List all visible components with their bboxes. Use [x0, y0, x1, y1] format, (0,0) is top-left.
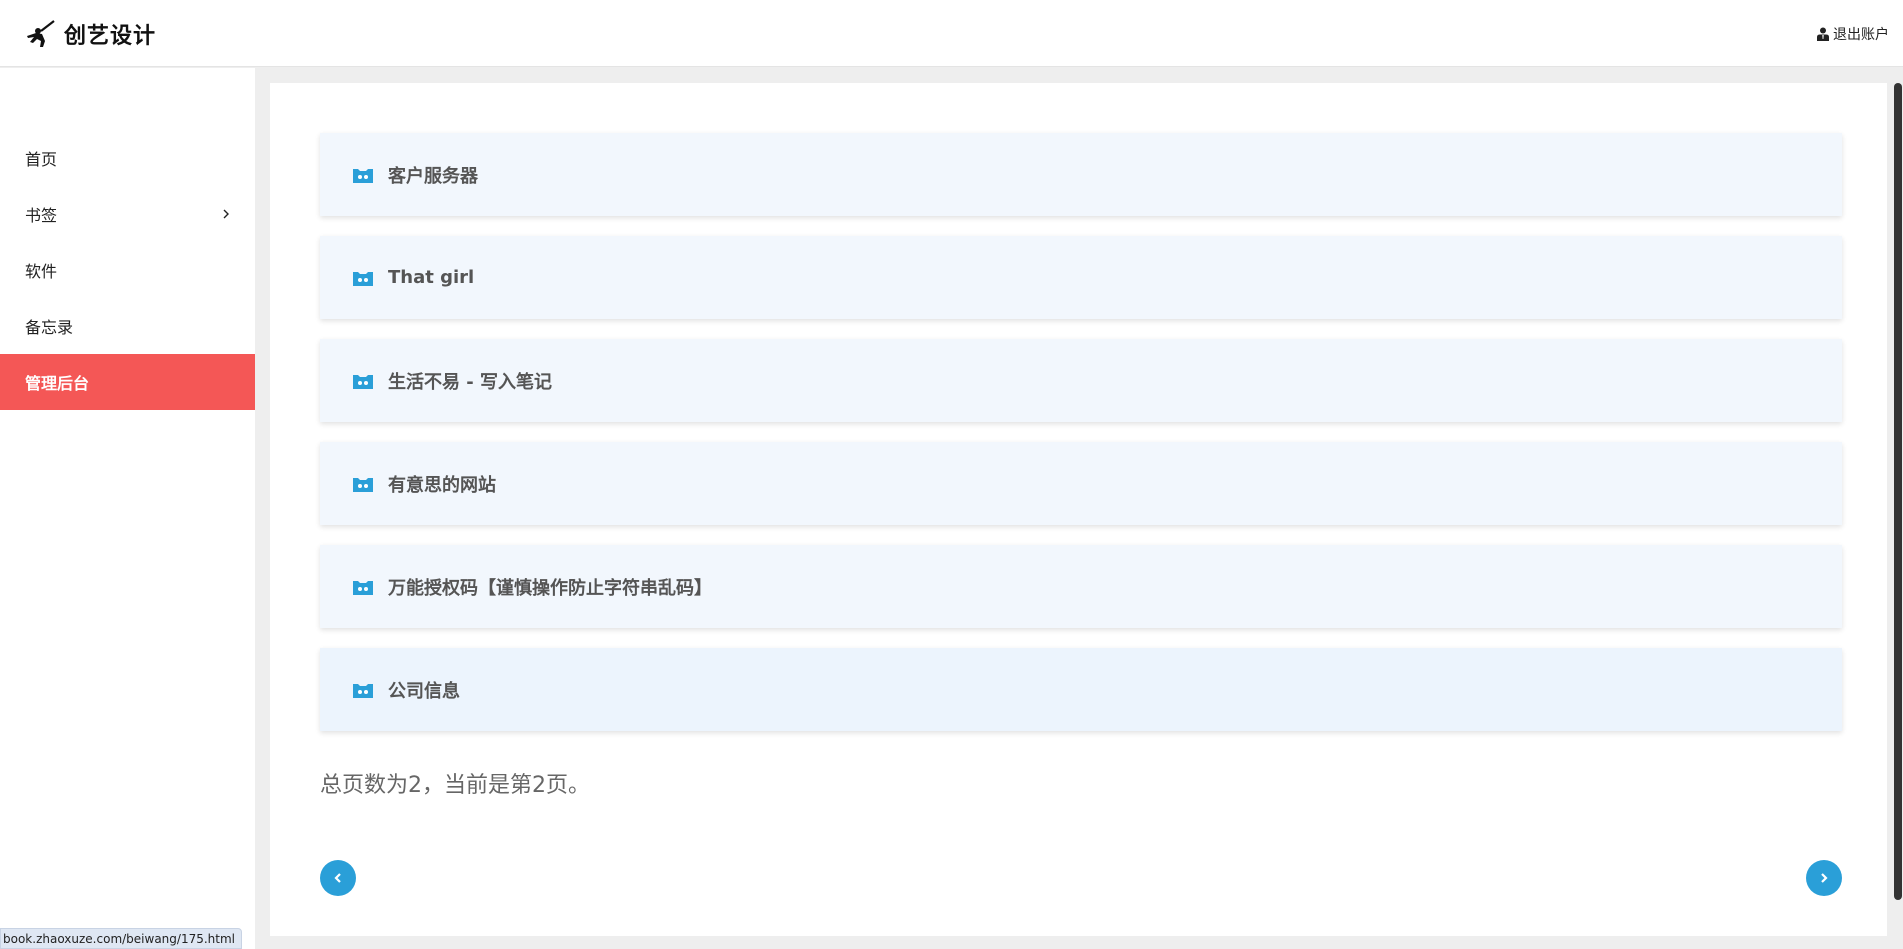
sidebar-item-home[interactable]: 首页 — [0, 130, 255, 186]
list-item[interactable]: 有意思的网站 — [320, 442, 1842, 525]
sidebar-item-label: 首页 — [25, 150, 58, 169]
list-item[interactable]: 客户服务器 — [320, 133, 1842, 216]
sidebar-item-label: 书签 — [25, 206, 58, 225]
bot-folder-icon — [353, 271, 373, 286]
sidebar-item-bookmarks[interactable]: 书签 — [0, 186, 255, 242]
sidebar-item-label: 软件 — [25, 262, 58, 281]
sidebar-item-admin[interactable]: 管理后台 — [0, 354, 255, 410]
bot-folder-icon — [353, 477, 373, 492]
bot-folder-icon — [353, 580, 373, 595]
previous-page-button[interactable] — [320, 860, 356, 896]
sidebar-item-label: 管理后台 — [25, 374, 90, 393]
main-content: 客户服务器 That girl 生活不易 - 写入笔记 有意思的网站 万能授权码… — [270, 83, 1887, 936]
bot-folder-icon — [353, 683, 373, 698]
sidebar-item-software[interactable]: 软件 — [0, 242, 255, 298]
list-item[interactable]: 公司信息 — [320, 648, 1842, 731]
brand-name: 创艺设计 — [64, 24, 157, 49]
chevron-right-icon — [223, 209, 229, 219]
list-item-title: 生活不易 - 写入笔记 — [388, 371, 553, 393]
chevron-right-icon — [1821, 873, 1828, 883]
scrollbar[interactable] — [1894, 83, 1902, 900]
list-item-title: 客户服务器 — [388, 165, 478, 187]
sidebar: 首页 书签 软件 备忘录 管理后台 — [0, 68, 255, 949]
logout-button[interactable]: 退出账户 — [1817, 24, 1889, 44]
pagination-info: 总页数为2，当前是第2页。 — [320, 773, 590, 798]
list-item-title: 公司信息 — [388, 680, 460, 702]
memo-list: 客户服务器 That girl 生活不易 - 写入笔记 有意思的网站 万能授权码… — [320, 133, 1842, 751]
list-item-title: That girl — [388, 267, 475, 288]
sidebar-item-label: 备忘录 — [25, 318, 74, 337]
top-bar: 创艺设计 退出账户 — [0, 0, 1903, 67]
brand[interactable]: 创艺设计 — [24, 18, 156, 50]
user-icon — [1817, 27, 1829, 41]
next-page-button[interactable] — [1806, 860, 1842, 896]
list-item[interactable]: 生活不易 - 写入笔记 — [320, 339, 1842, 422]
list-item-title: 万能授权码【谨慎操作防止字符串乱码】 — [388, 577, 712, 599]
list-item-title: 有意思的网站 — [388, 474, 496, 496]
status-bar-url: book.zhaoxuze.com/beiwang/175.html — [0, 928, 242, 949]
sidebar-item-memo[interactable]: 备忘录 — [0, 298, 255, 354]
bot-folder-icon — [353, 168, 373, 183]
fencer-logo-icon — [27, 20, 55, 47]
sidebar-nav: 首页 书签 软件 备忘录 管理后台 — [0, 130, 255, 410]
list-item[interactable]: That girl — [320, 236, 1842, 319]
bot-folder-icon — [353, 374, 373, 389]
list-item[interactable]: 万能授权码【谨慎操作防止字符串乱码】 — [320, 545, 1842, 628]
chevron-left-icon — [334, 873, 341, 883]
logout-label: 退出账户 — [1833, 27, 1889, 43]
